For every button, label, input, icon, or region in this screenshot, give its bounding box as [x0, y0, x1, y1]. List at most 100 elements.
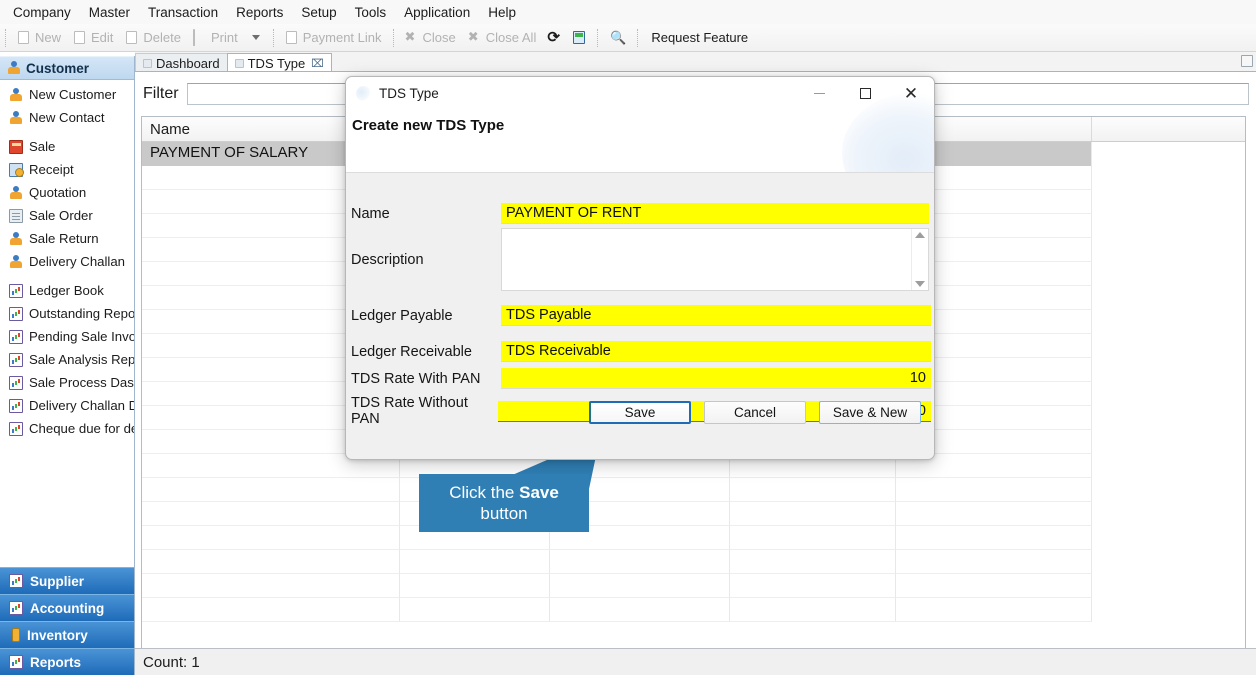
tds-rate-with-pan-input[interactable] — [501, 368, 931, 389]
sidebar-item-quotation[interactable]: Quotation — [0, 181, 134, 204]
save-button-label: Save — [624, 405, 656, 420]
menu-item-transaction[interactable]: Transaction — [139, 2, 227, 23]
supplier-icon — [9, 574, 23, 588]
print-button[interactable]: Print — [187, 27, 244, 49]
table-row[interactable] — [142, 598, 1245, 622]
search-button[interactable]: 🔍 — [603, 27, 632, 49]
table-row[interactable] — [142, 574, 1245, 598]
scroll-down-arrow-icon[interactable] — [915, 281, 925, 287]
sidebar-item-sale-process-dashboard[interactable]: Sale Process Dashboard — [0, 371, 134, 394]
table-cell — [550, 550, 730, 574]
reports-icon — [9, 655, 23, 669]
new-button-label: New — [35, 30, 62, 45]
delete-button[interactable]: Delete — [119, 27, 187, 49]
refresh-icon: ⟳ — [547, 29, 560, 46]
sidebar-item-delivery-challan[interactable]: Delivery Challan — [0, 250, 134, 273]
tab-strip-menu-button[interactable] — [1241, 55, 1253, 67]
sidebar-item-pending-sale-invoices[interactable]: Pending Sale Invoices — [0, 325, 134, 348]
print-dropdown-button[interactable] — [244, 27, 268, 49]
description-scrollbar[interactable] — [911, 229, 928, 290]
page-icon — [9, 208, 23, 223]
new-button[interactable]: New — [11, 27, 67, 49]
sidebar-item-label: Receipt — [29, 162, 74, 177]
tab-tds-type[interactable]: TDS Type ⌧ — [226, 53, 332, 72]
scroll-up-arrow-icon[interactable] — [915, 232, 925, 238]
ledger-receivable-input[interactable] — [501, 341, 931, 362]
dialog-body: Name Description Ledger Payable — [346, 173, 934, 459]
sidebar-item-label: New Contact — [29, 110, 105, 125]
sidebar-item-label: Sale — [29, 139, 56, 154]
field-row-ledger-payable: Ledger Payable — [346, 305, 934, 326]
dialog-button-row: Save Cancel Save & New — [346, 401, 934, 424]
payment-link-button[interactable]: Payment Link — [279, 27, 388, 49]
search-icon: 🔍 — [610, 30, 627, 45]
close-all-button[interactable]: ✖ Close All — [462, 27, 543, 49]
minimize-button[interactable] — [796, 77, 842, 109]
sidebar: Customer New Customer New Contact Sale Rece… — [0, 56, 135, 675]
ledger-payable-input[interactable] — [501, 305, 931, 326]
toolbar-separator — [597, 28, 599, 47]
description-label: Description — [351, 251, 424, 268]
save-button[interactable]: Save — [589, 401, 691, 424]
description-textarea[interactable] — [502, 229, 911, 290]
sidebar-header-label: Customer — [26, 60, 90, 76]
printer-icon — [193, 29, 208, 46]
save-and-new-button[interactable]: Save & New — [819, 401, 921, 424]
tab-dashboard[interactable]: Dashboard — [135, 53, 228, 72]
sidebar-item-ledger-book[interactable]: Ledger Book — [0, 279, 134, 302]
table-row[interactable] — [142, 502, 1245, 526]
sidebar-item-receipt[interactable]: Receipt — [0, 158, 134, 181]
dialog-header: TDS Type ✕ Create new TDS Type — [346, 77, 934, 173]
menu-item-company[interactable]: Company — [4, 2, 80, 23]
sidebar-group-reports[interactable]: Reports — [0, 648, 134, 675]
sidebar-item-new-contact[interactable]: New Contact — [0, 106, 134, 129]
calculator-button[interactable] — [567, 27, 592, 49]
sidebar-item-outstanding-report[interactable]: Outstanding Report — [0, 302, 134, 325]
table-row[interactable] — [142, 550, 1245, 574]
edit-button[interactable]: Edit — [67, 27, 119, 49]
sidebar-item-cheque-due-for-deposit[interactable]: Cheque due for deposit — [0, 417, 134, 440]
payment-link-label: Payment Link — [302, 30, 382, 45]
sidebar-header-customer[interactable]: Customer — [0, 56, 134, 80]
sidebar-group-accounting[interactable]: Accounting — [0, 594, 134, 621]
name-label: Name — [351, 205, 390, 222]
menu-item-application[interactable]: Application — [395, 2, 479, 23]
table-row[interactable] — [142, 478, 1245, 502]
person-icon — [7, 61, 21, 75]
toolbar-separator — [392, 28, 394, 47]
save-and-new-button-label: Save & New — [832, 405, 908, 420]
table-cell — [142, 478, 400, 502]
menu-item-help[interactable]: Help — [479, 2, 525, 23]
sidebar-item-delivery-challan-dashboard[interactable]: Delivery Challan Dashboard — [0, 394, 134, 417]
maximize-button[interactable] — [842, 77, 888, 109]
name-input[interactable] — [501, 203, 929, 224]
table-row[interactable] — [142, 526, 1245, 550]
sidebar-item-sale-order[interactable]: Sale Order — [0, 204, 134, 227]
sidebar-group-label: Reports — [30, 654, 82, 670]
sidebar-group-supplier[interactable]: Supplier — [0, 567, 134, 594]
chevron-down-icon — [251, 35, 260, 40]
sidebar-group-inventory[interactable]: Inventory — [0, 621, 134, 648]
menu-item-reports[interactable]: Reports — [227, 2, 292, 23]
sidebar-item-label: Cheque due for deposit — [29, 421, 134, 436]
menu-item-tools[interactable]: Tools — [346, 2, 396, 23]
app-icon — [356, 85, 371, 101]
menu-item-master[interactable]: Master — [80, 2, 139, 23]
tab-close-icon[interactable]: ⌧ — [311, 57, 324, 70]
request-feature-button[interactable]: Request Feature — [643, 27, 754, 49]
close-button[interactable]: ✖ Close — [399, 27, 462, 49]
menu-item-setup[interactable]: Setup — [292, 2, 345, 23]
refresh-button[interactable]: ⟳ — [542, 27, 567, 49]
sidebar-item-sale-return[interactable]: Sale Return — [0, 227, 134, 250]
cancel-button[interactable]: Cancel — [704, 401, 806, 424]
sidebar-item-sale[interactable]: Sale — [0, 135, 134, 158]
field-row-description: Description — [346, 228, 934, 291]
table-cell — [896, 550, 1092, 574]
sidebar-item-new-customer[interactable]: New Customer — [0, 83, 134, 106]
sidebar-item-sale-analysis-report[interactable]: Sale Analysis Report — [0, 348, 134, 371]
tab-label: TDS Type — [247, 55, 306, 71]
description-box — [501, 228, 929, 291]
callout-line-1: Click the Save — [449, 482, 559, 503]
close-button[interactable]: ✕ — [888, 77, 934, 109]
window-buttons: ✕ — [796, 77, 934, 109]
